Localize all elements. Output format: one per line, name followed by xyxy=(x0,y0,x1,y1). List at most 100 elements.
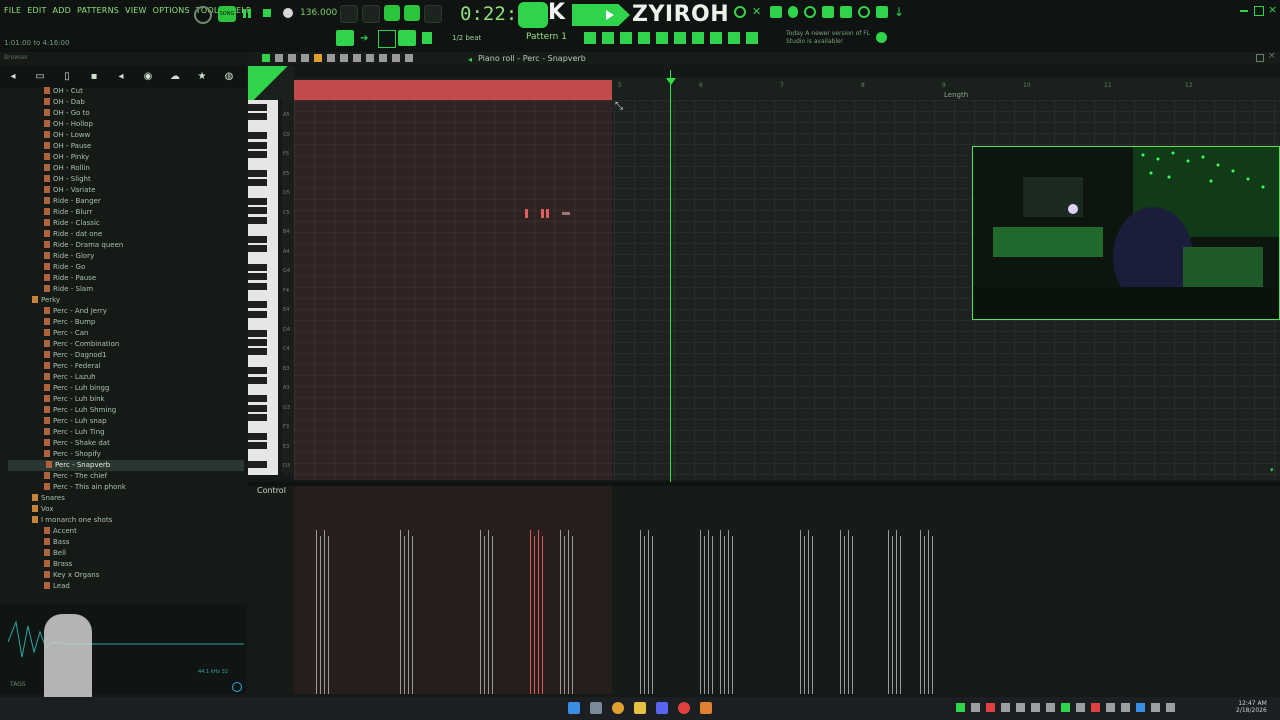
black-key[interactable] xyxy=(248,442,267,450)
browser-item[interactable]: Ride - Go xyxy=(44,262,85,273)
tray-app-icon[interactable] xyxy=(1076,703,1085,712)
menu-arrow-icon[interactable] xyxy=(262,54,270,62)
browser-item[interactable]: Accent xyxy=(44,526,77,537)
clock[interactable]: 12:47 AM 2/18/2026 xyxy=(1236,700,1267,714)
browser-item[interactable]: Perc - The chief xyxy=(44,471,107,482)
black-key[interactable] xyxy=(248,433,267,440)
metronome-icon[interactable] xyxy=(340,5,358,23)
browser-item[interactable]: Ride - Classic xyxy=(44,218,100,229)
tray-app-icon[interactable] xyxy=(1121,703,1130,712)
fl-logo-icon[interactable] xyxy=(876,32,887,43)
pencil-icon[interactable] xyxy=(314,54,322,62)
folder-icon[interactable]: ▭ xyxy=(31,70,49,84)
tray-app-icon[interactable] xyxy=(1001,703,1010,712)
help-icon[interactable] xyxy=(804,6,816,18)
browser-item[interactable]: OH - Slight xyxy=(44,174,91,185)
black-key[interactable] xyxy=(248,367,267,375)
cpu-icon[interactable] xyxy=(734,6,746,18)
browser-item[interactable]: Perc - Dagnod1 xyxy=(44,350,107,361)
tags-label[interactable]: TAGS xyxy=(10,681,26,688)
browser-icon[interactable] xyxy=(876,6,888,18)
tray-app-icon[interactable] xyxy=(956,703,965,712)
browser-item[interactable]: Ride - Slam xyxy=(44,284,93,295)
browser-item[interactable]: Ride - Banger xyxy=(44,196,101,207)
browser-item[interactable]: Perc - This ain phonk xyxy=(44,482,126,493)
tray-app-icon[interactable] xyxy=(1016,703,1025,712)
menu-edit[interactable]: EDIT xyxy=(27,6,46,15)
scroll-arrow-icon[interactable]: ▾ xyxy=(1270,466,1274,474)
browser-item[interactable]: OH - Cut xyxy=(44,86,83,97)
browser-item[interactable]: Ride - Glory xyxy=(44,251,94,262)
browser-item[interactable]: OH - Dab xyxy=(44,97,85,108)
black-key[interactable] xyxy=(248,151,267,158)
menu-add[interactable]: ADD xyxy=(53,6,71,15)
browser-item[interactable]: OH - Pause xyxy=(44,141,91,152)
note[interactable] xyxy=(541,209,544,218)
browser-item[interactable]: Perc - Luh bingg xyxy=(44,383,109,394)
pattern-selector[interactable]: Pattern 1 xyxy=(526,32,567,42)
tray-app-icon[interactable] xyxy=(986,703,995,712)
browser-item[interactable]: Ride - Pause xyxy=(44,273,96,284)
browser-item[interactable]: OH - Hollop xyxy=(44,119,93,130)
note[interactable] xyxy=(546,209,549,218)
loop-region[interactable] xyxy=(294,80,612,100)
browser-item[interactable]: Perc - Bump xyxy=(44,317,95,328)
menu-options[interactable]: OPTIONS xyxy=(153,6,190,15)
tray-app-icon[interactable] xyxy=(1046,703,1055,712)
magnet-icon[interactable] xyxy=(422,32,432,44)
star-icon[interactable]: ★ xyxy=(193,70,211,84)
volume-icon[interactable] xyxy=(1166,703,1175,712)
file-explorer-icon[interactable] xyxy=(634,702,646,714)
note[interactable] xyxy=(525,209,528,218)
download-icon[interactable]: ↓ xyxy=(894,6,906,18)
step-edit-icon[interactable] xyxy=(404,5,420,21)
browser-item[interactable]: Perc - Combination xyxy=(44,339,119,350)
slice-icon[interactable] xyxy=(366,54,374,62)
minimize-icon[interactable] xyxy=(1240,10,1248,12)
browser-item[interactable]: OH - Pinky xyxy=(44,152,89,163)
browser-item[interactable]: Perc - Shopify xyxy=(44,449,101,460)
fl-studio-icon[interactable] xyxy=(700,702,712,714)
browser-folder[interactable]: Snares xyxy=(32,493,65,504)
browser-item[interactable]: Ride - dat one xyxy=(44,229,102,240)
speaker-icon[interactable]: ◂ xyxy=(112,70,130,84)
black-key[interactable] xyxy=(248,207,267,215)
browser-icon[interactable] xyxy=(656,32,668,44)
black-key[interactable] xyxy=(248,395,267,403)
browser-item[interactable]: OH - Rollin xyxy=(44,163,90,174)
browser-item[interactable]: Perc - Lazuh xyxy=(44,372,96,383)
black-key[interactable] xyxy=(248,376,267,384)
black-key[interactable] xyxy=(248,132,267,140)
wave-icon[interactable] xyxy=(288,54,296,62)
menu-patterns[interactable]: PATTERNS xyxy=(77,6,119,15)
wait-input-icon[interactable] xyxy=(362,5,380,23)
black-key[interactable] xyxy=(248,404,267,412)
channel-rack-icon[interactable] xyxy=(840,6,852,18)
loop-record-icon[interactable] xyxy=(424,5,442,23)
channel-rack-icon[interactable] xyxy=(584,32,596,44)
tray-app-icon[interactable] xyxy=(1106,703,1115,712)
black-key[interactable] xyxy=(248,104,267,111)
search-icon[interactable] xyxy=(232,682,242,692)
select-icon[interactable] xyxy=(379,54,387,62)
browser-item[interactable]: OH - Loww xyxy=(44,130,90,141)
maximize-icon[interactable] xyxy=(1254,6,1264,16)
browser-item[interactable]: Brass xyxy=(44,559,72,570)
playhead-marker-icon[interactable] xyxy=(666,78,676,85)
song-mode-button[interactable]: SONG xyxy=(218,6,236,22)
browser-folder[interactable]: Perky xyxy=(32,295,60,306)
arrow-right-icon[interactable]: ➔ xyxy=(360,33,368,44)
black-key[interactable] xyxy=(248,339,267,346)
black-key[interactable] xyxy=(248,329,267,337)
tempo-display[interactable]: 136.000 xyxy=(300,8,337,18)
browser-item[interactable]: Perc - Shake dat xyxy=(44,438,110,449)
speaker-icon[interactable]: ◂ xyxy=(468,55,472,64)
black-key[interactable] xyxy=(248,198,267,205)
black-key[interactable] xyxy=(248,310,267,318)
mixer-icon[interactable] xyxy=(770,6,782,18)
mic-icon[interactable] xyxy=(788,6,798,18)
black-key[interactable] xyxy=(248,282,267,290)
record-button[interactable] xyxy=(283,8,293,18)
pencil-icon[interactable] xyxy=(398,30,416,46)
plugin-icon[interactable] xyxy=(674,32,686,44)
